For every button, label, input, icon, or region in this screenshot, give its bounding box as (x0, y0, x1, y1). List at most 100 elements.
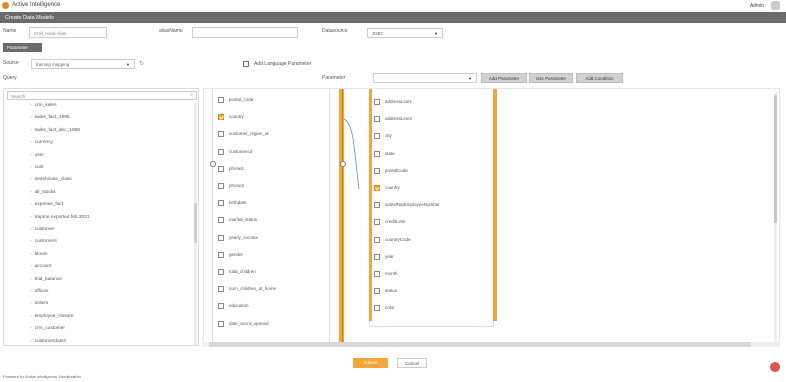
canvas-vscroll[interactable] (774, 93, 777, 341)
chevron-right-icon: › (30, 140, 32, 146)
chevron-down-icon: ▼ (126, 62, 130, 67)
table-field[interactable]: status (374, 288, 397, 295)
table-field[interactable]: year (374, 253, 394, 260)
list-item[interactable]: › customerdates (30, 339, 66, 344)
field-checkbox[interactable] (374, 185, 380, 191)
submit-button[interactable]: Submit (353, 358, 388, 368)
list-item[interactable]: › currency (30, 140, 53, 145)
add-condition-button[interactable]: Add Condition (576, 73, 623, 83)
table-field[interactable]: state (374, 150, 395, 157)
datasource-value: JDBC (372, 31, 384, 36)
canvas-vscroll-thumb[interactable] (774, 95, 777, 223)
list-item[interactable]: › crm_sales (30, 103, 56, 108)
chevron-down-icon: ▼ (468, 76, 472, 81)
query-scroll-thumb[interactable] (194, 203, 197, 243)
list-item-label: warehouse_class (34, 177, 72, 183)
list-item-label: currency (34, 140, 54, 146)
parameter-select[interactable]: ▼ (373, 73, 477, 83)
table-field[interactable]: salesRepEmployeeNumber (374, 202, 440, 209)
field-checkbox[interactable] (374, 133, 380, 140)
use-parameter-button[interactable]: Use Parameter (529, 73, 573, 83)
field-checkbox[interactable] (374, 202, 380, 209)
dialog-title: Create Data Models (0, 12, 786, 23)
list-item-label: trial_balance (34, 276, 62, 282)
add-language-label: Add Language Parameter (254, 61, 312, 67)
chevron-right-icon: › (30, 264, 32, 270)
list-item-label: user (34, 152, 44, 158)
footer-text: Powered by Active Intelligence Visualiza… (3, 374, 81, 379)
list-item[interactable]: › warehouse_class (30, 177, 72, 182)
table-field[interactable]: addressLine1 (374, 99, 412, 105)
field-checkbox[interactable] (374, 116, 380, 123)
canvas-hscroll-thumb[interactable] (209, 342, 751, 347)
field-label: creditLimit (385, 219, 406, 225)
table-field[interactable]: countryCode (374, 236, 411, 243)
help-icon[interactable] (770, 362, 780, 372)
list-item[interactable]: › bloom (30, 252, 48, 257)
list-item[interactable]: › trapme exported feb 2021 (30, 215, 90, 220)
chevron-right-icon: › (30, 103, 32, 108)
chevron-right-icon: › (30, 326, 32, 332)
tab-parameter[interactable]: Parameter (3, 43, 42, 52)
chevron-right-icon: › (30, 177, 32, 183)
datasource-select[interactable]: JDBC ▼ (367, 28, 443, 38)
table-field[interactable]: postalCode (374, 167, 408, 174)
field-checkbox[interactable] (374, 288, 380, 295)
field-checkbox[interactable] (374, 219, 380, 226)
list-item[interactable]: › trial_balance (30, 277, 62, 282)
name-label: Name (3, 28, 17, 34)
field-checkbox[interactable] (374, 253, 380, 260)
list-item-label: orders (34, 301, 49, 307)
table-field[interactable]: color (374, 305, 395, 312)
refresh-icon[interactable]: ↻ (139, 60, 144, 67)
field-checkbox[interactable] (374, 150, 380, 157)
list-item[interactable]: › account (30, 264, 51, 269)
field-checkbox[interactable] (374, 305, 380, 312)
canvas-hscroll[interactable] (203, 342, 780, 347)
field-label: addressLine2 (385, 116, 413, 122)
field-checkbox[interactable] (374, 167, 380, 174)
table-field[interactable]: month (374, 271, 398, 277)
field-checkbox[interactable] (374, 99, 380, 105)
right-table-left-border (369, 89, 372, 321)
user-name[interactable]: Admin (750, 3, 764, 9)
list-item[interactable]: › customers (30, 239, 57, 244)
alias-input[interactable] (192, 27, 298, 38)
list-item-label: account (34, 264, 52, 270)
table-field[interactable]: country (374, 185, 400, 191)
list-item[interactable]: › user (30, 153, 44, 158)
list-item[interactable]: › offices (30, 289, 48, 294)
list-item[interactable]: › orders (30, 301, 48, 306)
cancel-button[interactable]: Cancel (397, 358, 427, 368)
list-item[interactable]: › all_stocks (30, 190, 56, 195)
field-checkbox[interactable] (374, 236, 380, 243)
list-item[interactable]: › crm_customer (30, 326, 65, 331)
list-item-label: customerdates (34, 338, 67, 344)
list-item-label: crm_customer (34, 326, 65, 332)
list-item[interactable]: › sales_fact_1998 (30, 115, 70, 120)
field-checkbox[interactable] (374, 271, 380, 277)
field-label: city (385, 133, 392, 139)
query-scrollbar[interactable] (194, 103, 197, 345)
model-canvas[interactable]: postal_code country customer_region_id cust… (203, 88, 780, 346)
list-item[interactable]: › employee_closure (30, 314, 74, 319)
table-field[interactable]: creditLimit (374, 219, 406, 226)
list-item[interactable]: › sales_fact_dec_1998 (30, 128, 80, 133)
source-value: training mapping (36, 62, 70, 67)
name-input[interactable]: Chill_Hindi Alias (29, 27, 107, 38)
list-item[interactable]: › customer (30, 227, 54, 232)
add-parameter-button[interactable]: Add Parameter (481, 73, 527, 83)
list-item-label: trapme exported feb 2021 (34, 214, 90, 220)
source-select[interactable]: training mapping ▼ (31, 59, 135, 69)
chevron-right-icon: › (30, 152, 32, 158)
avatar[interactable] (771, 1, 780, 10)
list-item[interactable]: › cust (30, 165, 43, 170)
table-field[interactable]: city (374, 133, 392, 140)
search-placeholder: Search (11, 93, 26, 99)
field-label: salesRepEmployeeNumber (385, 202, 440, 208)
search-input[interactable]: Search ⌕ (7, 91, 197, 100)
app-header: Active Intelligence Admin (0, 0, 786, 12)
add-language-checkbox[interactable] (243, 61, 249, 67)
table-field[interactable]: addressLine2 (374, 116, 413, 123)
list-item[interactable]: › expense_fact (30, 202, 63, 207)
